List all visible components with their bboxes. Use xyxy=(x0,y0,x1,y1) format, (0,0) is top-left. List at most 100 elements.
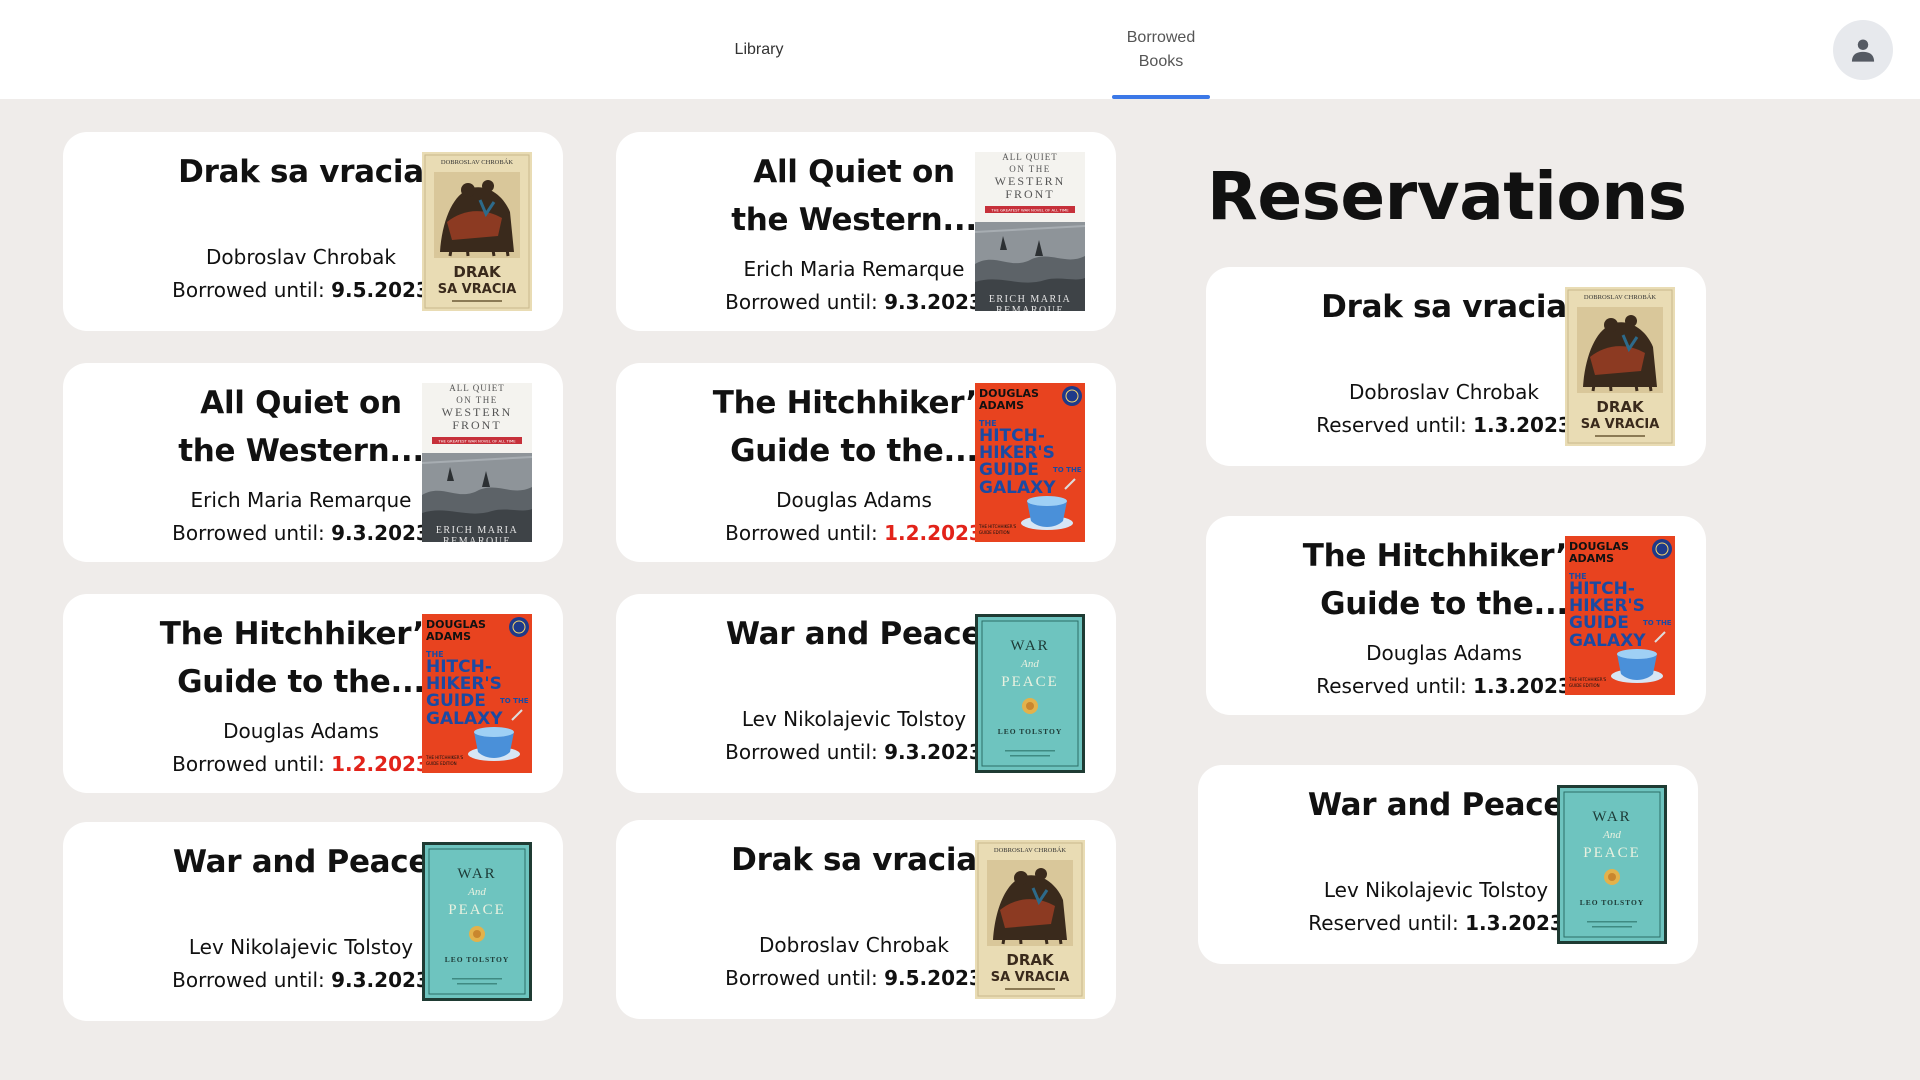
svg-text:THE HITCHHIKER'S: THE HITCHHIKER'S xyxy=(978,524,1017,529)
svg-text:ON THE: ON THE xyxy=(456,395,498,405)
svg-text:DRAK: DRAK xyxy=(1596,398,1645,416)
reservations-heading: Reservations xyxy=(1207,158,1687,235)
borrowed-book-card[interactable]: All Quiet on the Western... Erich Maria Re… xyxy=(616,132,1116,331)
svg-text:GALAXY: GALAXY xyxy=(979,478,1056,498)
due-label: Borrowed until: xyxy=(725,966,885,990)
svg-text:And: And xyxy=(1020,658,1039,670)
due-date: 9.5.2023 xyxy=(331,278,430,302)
reservation-book-card[interactable]: Drak sa vracia Dobroslav Chrobak Reserved … xyxy=(1206,267,1706,466)
svg-text:SA VRACIA: SA VRACIA xyxy=(438,282,517,297)
due-date: 1.3.2023 xyxy=(1473,674,1572,698)
svg-text:ON THE: ON THE xyxy=(1009,164,1051,174)
svg-text:GUIDE: GUIDE xyxy=(1569,613,1629,633)
svg-text:WAR: WAR xyxy=(457,866,496,882)
svg-text:GALAXY: GALAXY xyxy=(426,709,503,729)
svg-text:PEACE: PEACE xyxy=(1001,674,1059,690)
reservation-book-card[interactable]: War and Peace Lev Nikolajevic Tolstoy Rese… xyxy=(1198,765,1698,964)
svg-text:REMARQUE: REMARQUE xyxy=(996,305,1064,311)
overdue-date: 1.2.2023 xyxy=(331,752,430,776)
svg-text:And: And xyxy=(467,886,486,898)
svg-text:TO THE: TO THE xyxy=(1643,619,1672,627)
svg-text:LEO TOLSTOY: LEO TOLSTOY xyxy=(1580,898,1645,907)
svg-text:WESTERN: WESTERN xyxy=(995,174,1066,188)
due-label: Borrowed until: xyxy=(172,521,332,545)
svg-text:PEACE: PEACE xyxy=(1583,845,1641,861)
book-cover-image: WAR And PEACE LEO TOLSTOY xyxy=(1557,785,1667,944)
svg-text:ERICH MARIA: ERICH MARIA xyxy=(989,294,1071,305)
reservation-book-card[interactable]: The Hitchhiker’s Guide to the... Douglas A… xyxy=(1206,516,1706,715)
svg-text:ADAMS: ADAMS xyxy=(979,399,1024,412)
svg-text:GUIDE EDITION: GUIDE EDITION xyxy=(1569,683,1600,688)
svg-text:THE HITCHHIKER'S: THE HITCHHIKER'S xyxy=(425,755,464,760)
due-label: Borrowed until: xyxy=(172,278,332,302)
borrowed-book-card[interactable]: War and Peace Lev Nikolajevic Tolstoy Borr… xyxy=(63,822,563,1021)
svg-text:GALAXY: GALAXY xyxy=(1569,631,1646,651)
book-cover-image: DOBROSLAV CHROBÁK DRAK SA VRACIA xyxy=(422,152,532,311)
svg-text:ALL QUIET: ALL QUIET xyxy=(1002,152,1057,162)
book-cover-image: ALL QUIET ON THE WESTERN FRONT THE GREAT… xyxy=(422,383,532,542)
book-cover-image: WAR And PEACE LEO TOLSTOY xyxy=(422,842,532,1001)
borrowed-book-card[interactable]: The Hitchhiker’s Guide to the... Douglas A… xyxy=(63,594,563,793)
svg-text:TO THE: TO THE xyxy=(1053,466,1082,474)
due-label: Borrowed until: xyxy=(725,740,885,764)
svg-text:LEO TOLSTOY: LEO TOLSTOY xyxy=(445,955,510,964)
due-label: Reserved until: xyxy=(1308,911,1466,935)
svg-text:GUIDE: GUIDE xyxy=(426,691,486,711)
book-cover-image: DOUGLAS ADAMS THE HITCH- HIKER'S GUIDE T… xyxy=(422,614,532,773)
overdue-date: 1.2.2023 xyxy=(884,521,983,545)
book-cover-image: DOBROSLAV CHROBÁK DRAK SA VRACIA xyxy=(1565,287,1675,446)
book-cover-image: DOUGLAS ADAMS THE HITCH- HIKER'S GUIDE T… xyxy=(975,383,1085,542)
due-date: 1.3.2023 xyxy=(1473,413,1572,437)
svg-text:WAR: WAR xyxy=(1592,809,1631,825)
svg-text:FRONT: FRONT xyxy=(1005,187,1054,201)
book-cover-image: ALL QUIET ON THE WESTERN FRONT THE GREAT… xyxy=(975,152,1085,311)
user-icon xyxy=(1851,39,1875,62)
svg-text:DOBROSLAV CHROBÁK: DOBROSLAV CHROBÁK xyxy=(994,846,1066,854)
svg-text:SA VRACIA: SA VRACIA xyxy=(991,970,1070,985)
borrowed-book-card[interactable]: Drak sa vracia Dobroslav Chrobak Borrowed … xyxy=(616,820,1116,1019)
due-label: Borrowed until: xyxy=(172,752,332,776)
svg-text:ADAMS: ADAMS xyxy=(426,630,471,643)
svg-text:PEACE: PEACE xyxy=(448,902,506,918)
borrowed-book-card[interactable]: War and Peace Lev Nikolajevic Tolstoy Borr… xyxy=(616,594,1116,793)
svg-text:DRAK: DRAK xyxy=(1006,951,1055,969)
top-navigation-bar: Library Borrowed Books xyxy=(0,0,1920,99)
due-label: Borrowed until: xyxy=(725,521,885,545)
book-cover-image: DOUGLAS ADAMS THE HITCH- HIKER'S GUIDE T… xyxy=(1565,536,1675,695)
svg-text:GUIDE: GUIDE xyxy=(979,460,1039,480)
user-avatar-button[interactable] xyxy=(1833,20,1893,80)
due-label: Reserved until: xyxy=(1316,413,1474,437)
svg-text:DOBROSLAV CHROBÁK: DOBROSLAV CHROBÁK xyxy=(441,158,513,166)
svg-text:SA VRACIA: SA VRACIA xyxy=(1581,417,1660,432)
svg-text:GUIDE EDITION: GUIDE EDITION xyxy=(426,761,457,766)
svg-text:THE HITCHHIKER'S: THE HITCHHIKER'S xyxy=(1568,677,1607,682)
due-label: Borrowed until: xyxy=(172,968,332,992)
tab-library[interactable]: Library xyxy=(699,0,819,99)
svg-text:WAR: WAR xyxy=(1010,638,1049,654)
due-date: 9.3.2023 xyxy=(331,521,430,545)
borrowed-book-card[interactable]: Drak sa vracia Dobroslav Chrobak Borrowed … xyxy=(63,132,563,331)
book-cover-image: WAR And PEACE LEO TOLSTOY xyxy=(975,614,1085,773)
borrowed-book-card[interactable]: All Quiet on the Western... Erich Maria Re… xyxy=(63,363,563,562)
svg-text:THE GREATEST WAR NOVEL OF ALL: THE GREATEST WAR NOVEL OF ALL TIME xyxy=(990,208,1069,213)
svg-text:TO THE: TO THE xyxy=(500,697,529,705)
book-cover-image: DOBROSLAV CHROBÁK DRAK SA VRACIA xyxy=(975,840,1085,999)
svg-text:GUIDE EDITION: GUIDE EDITION xyxy=(979,530,1010,535)
svg-text:DRAK: DRAK xyxy=(453,263,502,281)
due-date: 9.3.2023 xyxy=(884,290,983,314)
due-label: Borrowed until: xyxy=(725,290,885,314)
svg-text:DOBROSLAV CHROBÁK: DOBROSLAV CHROBÁK xyxy=(1584,293,1656,301)
due-date: 9.5.2023 xyxy=(884,966,983,990)
svg-text:ERICH MARIA: ERICH MARIA xyxy=(436,525,518,536)
svg-text:ADAMS: ADAMS xyxy=(1569,552,1614,565)
svg-text:WESTERN: WESTERN xyxy=(442,405,513,419)
svg-text:THE GREATEST WAR NOVEL OF ALL: THE GREATEST WAR NOVEL OF ALL TIME xyxy=(437,439,516,444)
svg-text:REMARQUE: REMARQUE xyxy=(443,536,511,542)
active-tab-indicator xyxy=(1112,95,1210,99)
tab-borrowed-books[interactable]: Borrowed Books xyxy=(1112,0,1210,99)
svg-text:And: And xyxy=(1602,829,1621,841)
borrowed-book-card[interactable]: The Hitchhiker’s Guide to the... Douglas A… xyxy=(616,363,1116,562)
svg-text:FRONT: FRONT xyxy=(452,418,501,432)
svg-text:LEO TOLSTOY: LEO TOLSTOY xyxy=(998,727,1063,736)
due-date: 1.3.2023 xyxy=(1465,911,1564,935)
